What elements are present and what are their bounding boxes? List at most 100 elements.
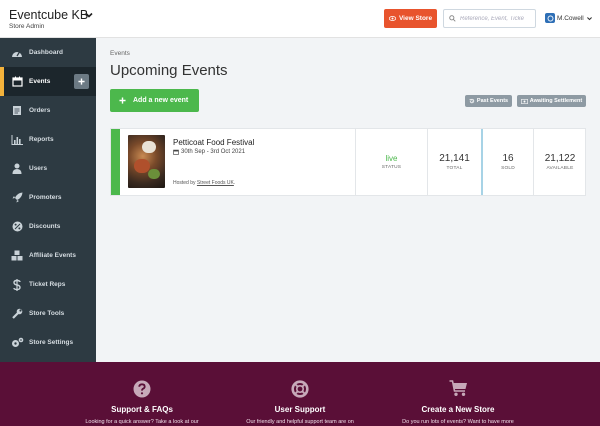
view-store-label: View Store <box>398 15 433 22</box>
event-dates: 30th Sep - 3rd Oct 2021 <box>173 149 245 155</box>
eye-icon <box>388 16 396 21</box>
sidebar-item-label: Discounts <box>29 223 61 230</box>
store-switcher[interactable]: Eventcube KB Store Admin <box>9 8 88 31</box>
add-event-button[interactable]: Add a new event <box>110 89 199 112</box>
sidebar-item-label: Store Tools <box>29 310 65 317</box>
event-card[interactable]: Petticoat Food Festival 30th Sep - 3rd O… <box>110 128 586 196</box>
sidebar-item-dashboard[interactable]: Dashboard <box>0 38 96 67</box>
awaiting-settlement-label: Awaiting Settlement <box>529 98 583 104</box>
stat-status: live STATUS <box>355 129 427 195</box>
footer-title: Support & FAQs <box>111 405 173 414</box>
user-circle-icon <box>547 15 553 21</box>
total-value: 21,141 <box>439 153 470 164</box>
search-icon <box>449 15 456 22</box>
available-label: AVAILABLE <box>546 166 574 171</box>
cubes-icon <box>10 250 24 262</box>
sidebar-item-store-tools[interactable]: Store Tools <box>0 299 96 328</box>
stat-sold: 16 SOLD <box>483 129 533 195</box>
event-thumbnail[interactable] <box>128 135 165 188</box>
footer-text: Our friendly and helpful support team ar… <box>246 419 354 425</box>
footer-text: Looking for a quick answer? Take a look … <box>85 419 199 425</box>
sidebar-item-store-settings[interactable]: Store Settings <box>0 328 96 357</box>
user-menu[interactable]: M.Cowell <box>545 13 593 23</box>
plus-icon <box>119 97 126 104</box>
status-label: STATUS <box>381 165 402 170</box>
sidebar-item-label: Dashboard <box>29 49 63 56</box>
wrench-icon <box>10 308 24 320</box>
search-input[interactable] <box>460 15 530 22</box>
sidebar-item-users[interactable]: Users <box>0 154 96 183</box>
footer-title: User Support <box>274 405 326 414</box>
question-circle-icon <box>133 380 151 398</box>
view-store-button[interactable]: View Store <box>384 9 437 28</box>
sidebar-item-ticket-reps[interactable]: Ticket Reps <box>0 270 96 299</box>
sidebar-item-affiliate-events[interactable]: Affiliate Events <box>0 241 96 270</box>
orders-icon <box>10 105 24 117</box>
dollar-icon <box>10 278 24 291</box>
main-content: Events Upcoming Events Add a new event P… <box>96 38 600 362</box>
footer-support-faqs[interactable]: Support & FAQs Looking for a quick answe… <box>52 380 232 425</box>
host-link[interactable]: Street Foods UK <box>197 180 234 186</box>
available-value: 21,122 <box>544 153 576 164</box>
total-label: TOTAL <box>446 166 463 171</box>
sidebar-item-label: Users <box>29 165 48 172</box>
sidebar-item-label: Store Settings <box>29 339 74 346</box>
footer: Support & FAQs Looking for a quick answe… <box>0 362 600 426</box>
status-value: live <box>385 154 398 163</box>
calendar-icon <box>173 149 179 155</box>
user-avatar <box>545 13 555 23</box>
top-bar: Eventcube KB Store Admin View Store M.Co… <box>0 0 600 38</box>
event-host: Hosted by Street Foods UK. <box>173 180 235 186</box>
sidebar-item-promoters[interactable]: Promoters <box>0 183 96 212</box>
store-name: Eventcube KB <box>9 8 89 22</box>
stat-total: 21,141 TOTAL <box>427 129 481 195</box>
footer-user-support[interactable]: User Support Our friendly and helpful su… <box>210 380 390 425</box>
awaiting-settlement-button[interactable]: Awaiting Settlement <box>517 95 586 107</box>
sidebar-item-label: Orders <box>29 107 51 114</box>
sold-label: SOLD <box>501 166 515 171</box>
chevron-down-icon <box>586 16 592 20</box>
host-suffix: . <box>233 180 236 186</box>
life-ring-icon <box>291 380 309 398</box>
past-events-button[interactable]: Past Events <box>465 95 512 107</box>
history-icon <box>469 98 475 104</box>
past-events-label: Past Events <box>476 98 509 104</box>
cogs-icon <box>10 337 24 349</box>
money-icon <box>520 98 528 104</box>
sidebar-item-reports[interactable]: Reports <box>0 125 96 154</box>
sidebar-item-label: Affiliate Events <box>29 252 76 259</box>
store-role: Store Admin <box>9 23 45 30</box>
cart-icon <box>449 380 467 396</box>
page-title: Upcoming Events <box>110 62 228 79</box>
plus-icon <box>78 78 85 85</box>
add-event-shortcut-button[interactable] <box>74 74 89 89</box>
sidebar-item-label: Reports <box>29 136 54 143</box>
sidebar-item-label: Events <box>29 78 51 85</box>
footer-text: Do you run lots of events? Want to have … <box>402 419 514 425</box>
sidebar-item-label: Promoters <box>29 194 62 201</box>
rocket-icon <box>10 192 24 204</box>
breadcrumb[interactable]: Events <box>110 50 130 57</box>
event-title[interactable]: Petticoat Food Festival <box>173 138 254 147</box>
footer-title: Create a New Store <box>421 405 495 414</box>
sidebar: Dashboard Events Orders Reports Users Pr… <box>0 38 96 362</box>
event-status-bar <box>111 129 120 195</box>
sidebar-item-discounts[interactable]: Discounts <box>0 212 96 241</box>
bar-chart-icon <box>10 134 24 146</box>
dashboard-icon <box>10 47 24 59</box>
footer-create-store[interactable]: Create a New Store Do you run lots of ev… <box>368 380 548 425</box>
user-icon <box>10 163 24 175</box>
sold-value: 16 <box>502 153 514 164</box>
discount-icon <box>10 221 24 233</box>
add-event-label: Add a new event <box>133 97 189 104</box>
calendar-icon <box>10 76 24 88</box>
search-box[interactable] <box>443 9 536 28</box>
hosted-by-label: Hosted by <box>173 180 196 186</box>
chevron-down-icon[interactable] <box>84 10 94 20</box>
stat-available: 21,122 AVAILABLE <box>533 129 586 195</box>
sidebar-item-events[interactable]: Events <box>0 67 96 96</box>
event-date-text: 30th Sep - 3rd Oct 2021 <box>181 149 246 155</box>
user-name: M.Cowell <box>557 14 584 22</box>
sidebar-item-orders[interactable]: Orders <box>0 96 96 125</box>
sidebar-item-label: Ticket Reps <box>29 281 66 288</box>
